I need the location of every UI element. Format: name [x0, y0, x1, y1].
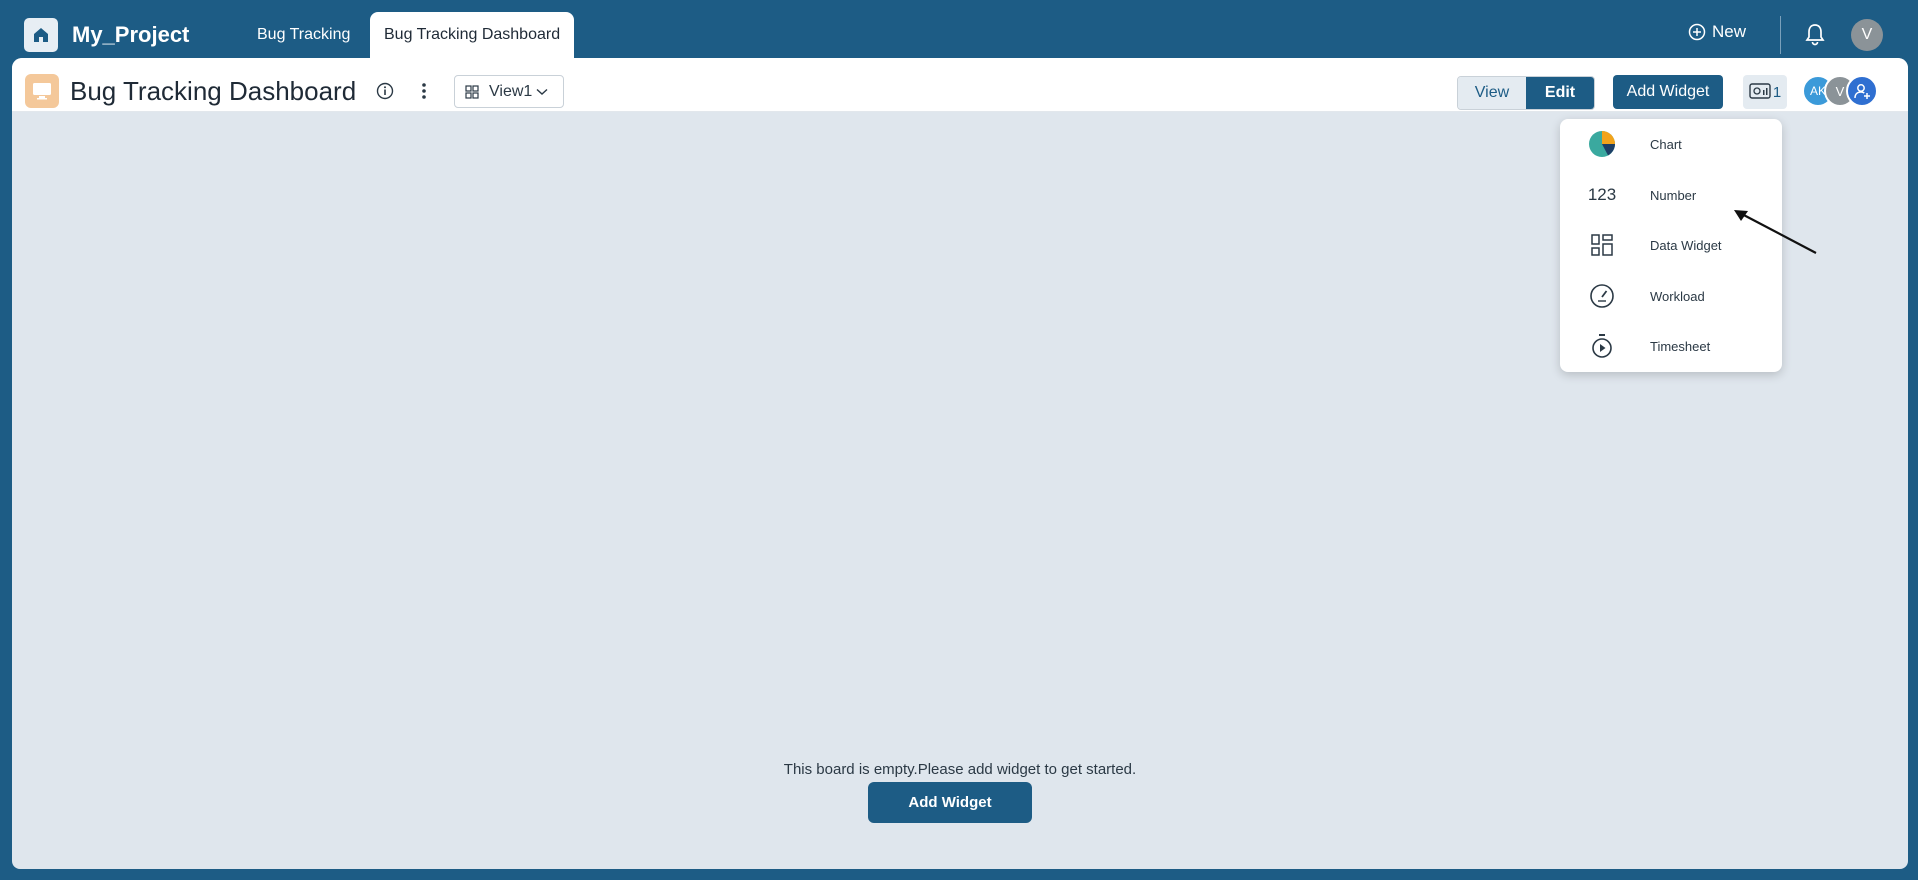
empty-state-message: This board is empty.Please add widget to… — [783, 761, 1137, 778]
menu-item-label: Workload — [1650, 288, 1705, 304]
add-member-button[interactable] — [1846, 75, 1878, 107]
info-button[interactable] — [376, 82, 394, 105]
user-avatar[interactable]: V — [1851, 19, 1883, 51]
menu-item-label: Number — [1650, 187, 1697, 203]
more-options-button[interactable] — [420, 81, 428, 106]
grid-icon — [465, 84, 479, 99]
board-title: Bug Tracking Dashboard — [70, 76, 357, 106]
divider — [1780, 16, 1781, 54]
plus-circle-icon — [1688, 23, 1706, 41]
home-button[interactable] — [24, 18, 58, 52]
dashboard-panel: Bug Tracking Dashboard View1 View Edit A… — [12, 58, 1908, 869]
annotation-arrow-icon — [1734, 210, 1817, 254]
top-bar: My_Project Bug Tracking Bug Tracking Das… — [0, 0, 1918, 58]
mode-toggle: View Edit — [1457, 76, 1595, 110]
view-selector[interactable]: View1 — [454, 75, 564, 108]
add-widget-button[interactable]: Add Widget — [1613, 75, 1723, 109]
menu-item-label: Data Widget — [1650, 237, 1722, 253]
presence-indicator[interactable]: 1 — [1743, 75, 1787, 109]
menu-item-label: Chart — [1650, 136, 1682, 152]
kebab-menu-icon — [422, 83, 426, 99]
stopwatch-icon — [1588, 332, 1616, 360]
bell-icon — [1805, 24, 1825, 46]
tab-bug-tracking-dashboard[interactable]: Bug Tracking Dashboard — [370, 12, 575, 58]
chevron-down-icon — [536, 88, 548, 95]
screen-share-icon — [1749, 83, 1771, 99]
home-icon — [34, 28, 48, 42]
add-widget-button-center[interactable]: Add Widget — [868, 782, 1032, 823]
tab-bug-tracking[interactable]: Bug Tracking — [243, 12, 364, 58]
board-header: Bug Tracking Dashboard View1 View Edit A… — [12, 58, 1908, 112]
number-icon: 123 — [1588, 181, 1616, 209]
view-mode-button[interactable]: View — [1458, 77, 1526, 109]
view-selector-label: View1 — [489, 82, 533, 100]
menu-item-label: Timesheet — [1650, 338, 1711, 354]
number-glyph: 123 — [1587, 185, 1617, 204]
add-user-icon — [1854, 84, 1870, 99]
menu-item-workload[interactable]: Workload — [1560, 271, 1782, 321]
edit-mode-button[interactable]: Edit — [1526, 77, 1594, 109]
new-button-label: New — [1712, 22, 1747, 41]
pie-chart-icon — [1588, 130, 1616, 158]
menu-item-chart[interactable]: Chart — [1560, 119, 1782, 169]
menu-item-timesheet[interactable]: Timesheet — [1560, 321, 1782, 371]
grid-widget-icon — [1588, 231, 1616, 259]
monitor-icon — [33, 83, 51, 100]
notifications-button[interactable] — [1804, 22, 1826, 51]
gauge-icon — [1588, 282, 1616, 310]
board-icon — [25, 74, 59, 108]
info-icon — [376, 82, 394, 100]
presence-count: 1 — [1772, 83, 1782, 101]
new-button[interactable]: New — [1688, 22, 1746, 42]
project-name[interactable]: My_Project — [72, 22, 189, 48]
